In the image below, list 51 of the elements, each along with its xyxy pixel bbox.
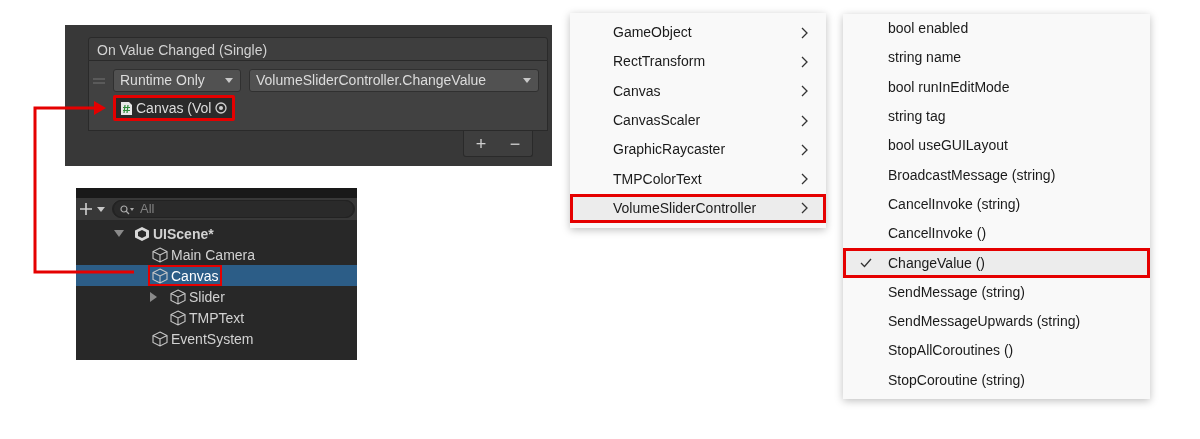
chevron-right-icon bbox=[801, 173, 809, 186]
caret-icon bbox=[522, 76, 532, 85]
menu-item[interactable]: ChangeValue () bbox=[843, 248, 1150, 278]
remove-button[interactable]: − bbox=[505, 134, 525, 153]
menu-item[interactable]: GameObject bbox=[570, 18, 826, 48]
menu-item[interactable]: StopCoroutine (string) bbox=[843, 365, 1150, 395]
add-button[interactable]: + bbox=[471, 134, 491, 153]
chevron-right-icon bbox=[801, 114, 809, 127]
cube-icon bbox=[170, 288, 186, 305]
chevron-right-icon bbox=[801, 202, 809, 215]
cube-icon bbox=[152, 330, 168, 347]
script-icon bbox=[121, 101, 132, 115]
cube-icon bbox=[170, 309, 186, 326]
hierarchy-item[interactable]: TMPText bbox=[166, 307, 249, 328]
drag-handle-icon bbox=[93, 77, 105, 84]
chevron-right-icon bbox=[801, 85, 809, 98]
menu-item[interactable]: StopAllCoroutines () bbox=[843, 336, 1150, 366]
object-field[interactable]: Canvas (Vol bbox=[113, 95, 236, 121]
menu-item[interactable]: CanvasScaler bbox=[570, 105, 826, 136]
add-menu-icon bbox=[80, 202, 106, 216]
event-header: On Value Changed (Single) bbox=[88, 37, 548, 61]
caret-icon bbox=[224, 76, 234, 85]
menu-item[interactable]: bool useGUILayout bbox=[843, 131, 1150, 161]
menu-item[interactable]: SendMessageUpwards (string) bbox=[843, 306, 1150, 337]
menu-item[interactable]: CancelInvoke () bbox=[843, 219, 1150, 249]
menu-item[interactable]: RectTransform bbox=[570, 47, 826, 77]
menu-item[interactable]: SendMessage (string) bbox=[843, 277, 1150, 307]
menu-item[interactable]: BroadcastMessage (string) bbox=[843, 160, 1150, 190]
hierarchy-item[interactable]: Slider bbox=[166, 286, 229, 307]
menu-item[interactable]: VolumeSliderController bbox=[570, 193, 826, 224]
menu-item[interactable]: TMPColorText bbox=[570, 164, 826, 194]
menu-item[interactable]: bool enabled bbox=[843, 14, 1150, 44]
cube-icon bbox=[152, 267, 168, 284]
menu-item[interactable]: Canvas bbox=[570, 76, 826, 106]
hierarchy-item[interactable]: EventSystem bbox=[148, 328, 258, 349]
target-icon bbox=[215, 102, 228, 114]
chevron-right-icon bbox=[801, 143, 809, 156]
chevron-right-icon bbox=[801, 55, 809, 68]
method-dropdown[interactable]: VolumeSliderController.ChangeValue bbox=[249, 69, 539, 92]
menu-item[interactable]: string tag bbox=[843, 101, 1150, 132]
hierarchy-item[interactable]: Canvas bbox=[148, 265, 223, 286]
menu-item[interactable]: CancelInvoke (string) bbox=[843, 189, 1150, 220]
menu-item[interactable]: string name bbox=[843, 43, 1150, 73]
hierarchy-item[interactable]: UIScene* bbox=[130, 223, 218, 244]
chevron-right-icon bbox=[801, 26, 809, 39]
cube-icon bbox=[152, 246, 168, 263]
runtime-dropdown[interactable]: Runtime Only bbox=[113, 69, 241, 92]
search-field[interactable]: All bbox=[113, 200, 354, 218]
menu-item[interactable]: GraphicRaycaster bbox=[570, 135, 826, 165]
menu-item[interactable]: bool runInEditMode bbox=[843, 72, 1150, 102]
hierarchy-item[interactable]: Main Camera bbox=[148, 244, 260, 265]
